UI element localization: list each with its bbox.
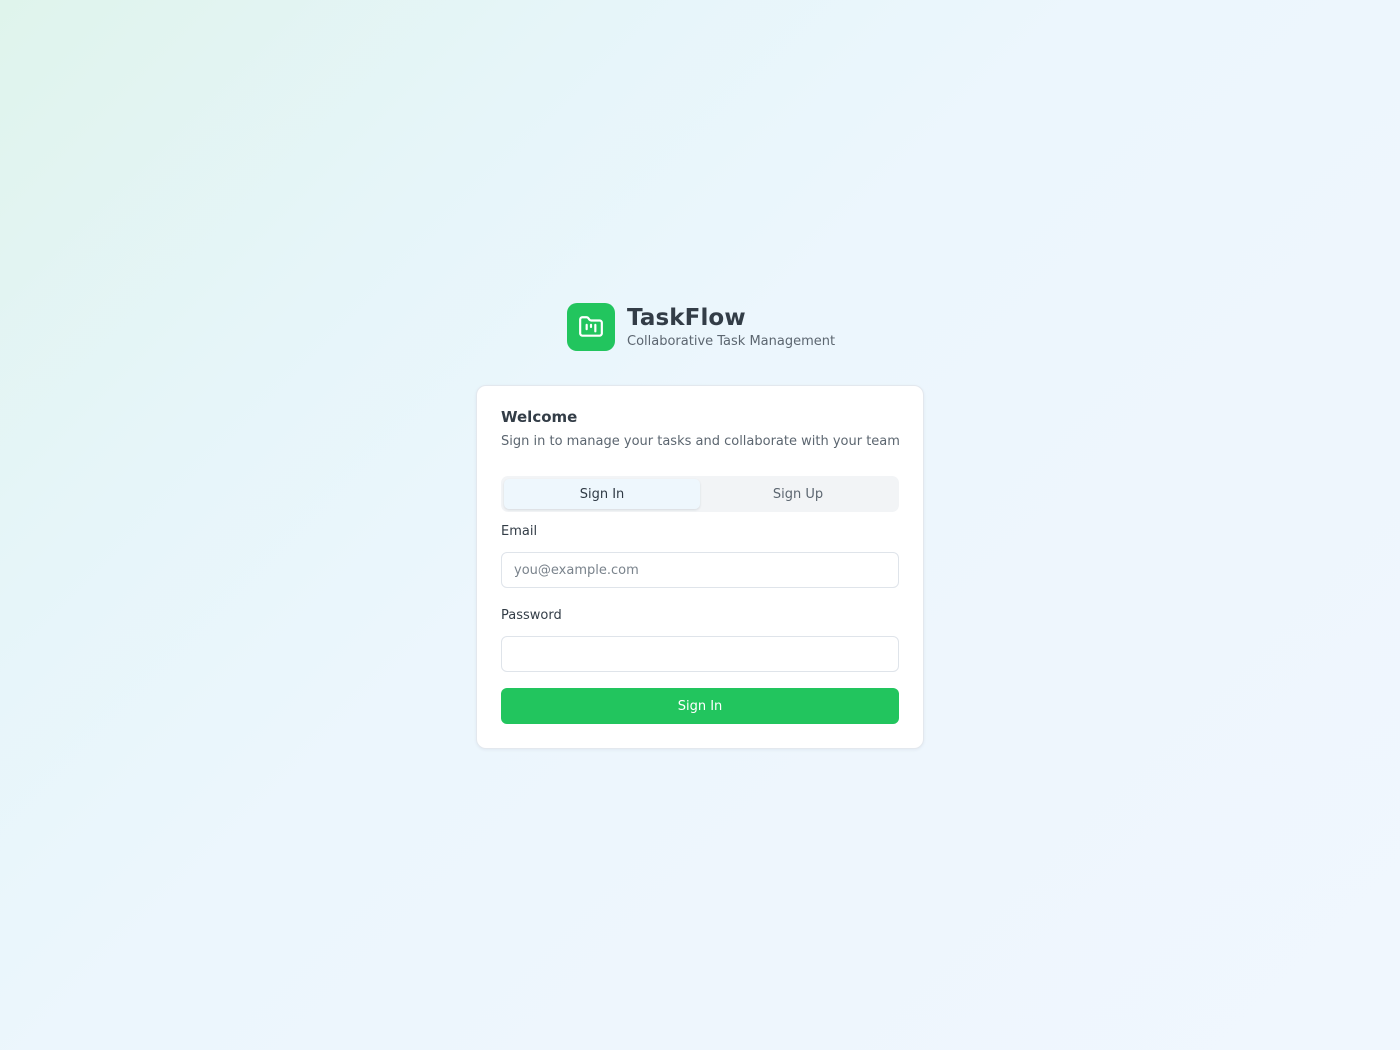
email-label: Email	[501, 524, 538, 539]
app-subtitle: Collaborative Task Management	[627, 333, 836, 349]
auth-tabs: Sign In Sign Up	[501, 476, 899, 512]
app-title: TaskFlow	[627, 304, 746, 331]
logo	[567, 303, 615, 351]
sign-in-button[interactable]: Sign In	[501, 688, 899, 724]
card-title: Welcome	[501, 408, 578, 426]
tab-sign-in[interactable]: Sign In	[504, 479, 700, 509]
brand-header: TaskFlow Collaborative Task Management	[567, 303, 835, 351]
tab-sign-up[interactable]: Sign Up	[700, 479, 896, 509]
email-input[interactable]	[501, 552, 899, 588]
card-description: Sign in to manage your tasks and collabo…	[501, 434, 900, 449]
password-input[interactable]	[501, 636, 899, 672]
brand-text: TaskFlow Collaborative Task Management	[627, 304, 835, 351]
folder-kanban-icon	[579, 316, 603, 337]
password-label: Password	[501, 608, 562, 623]
auth-card: Welcome Sign in to manage your tasks and…	[476, 385, 924, 749]
